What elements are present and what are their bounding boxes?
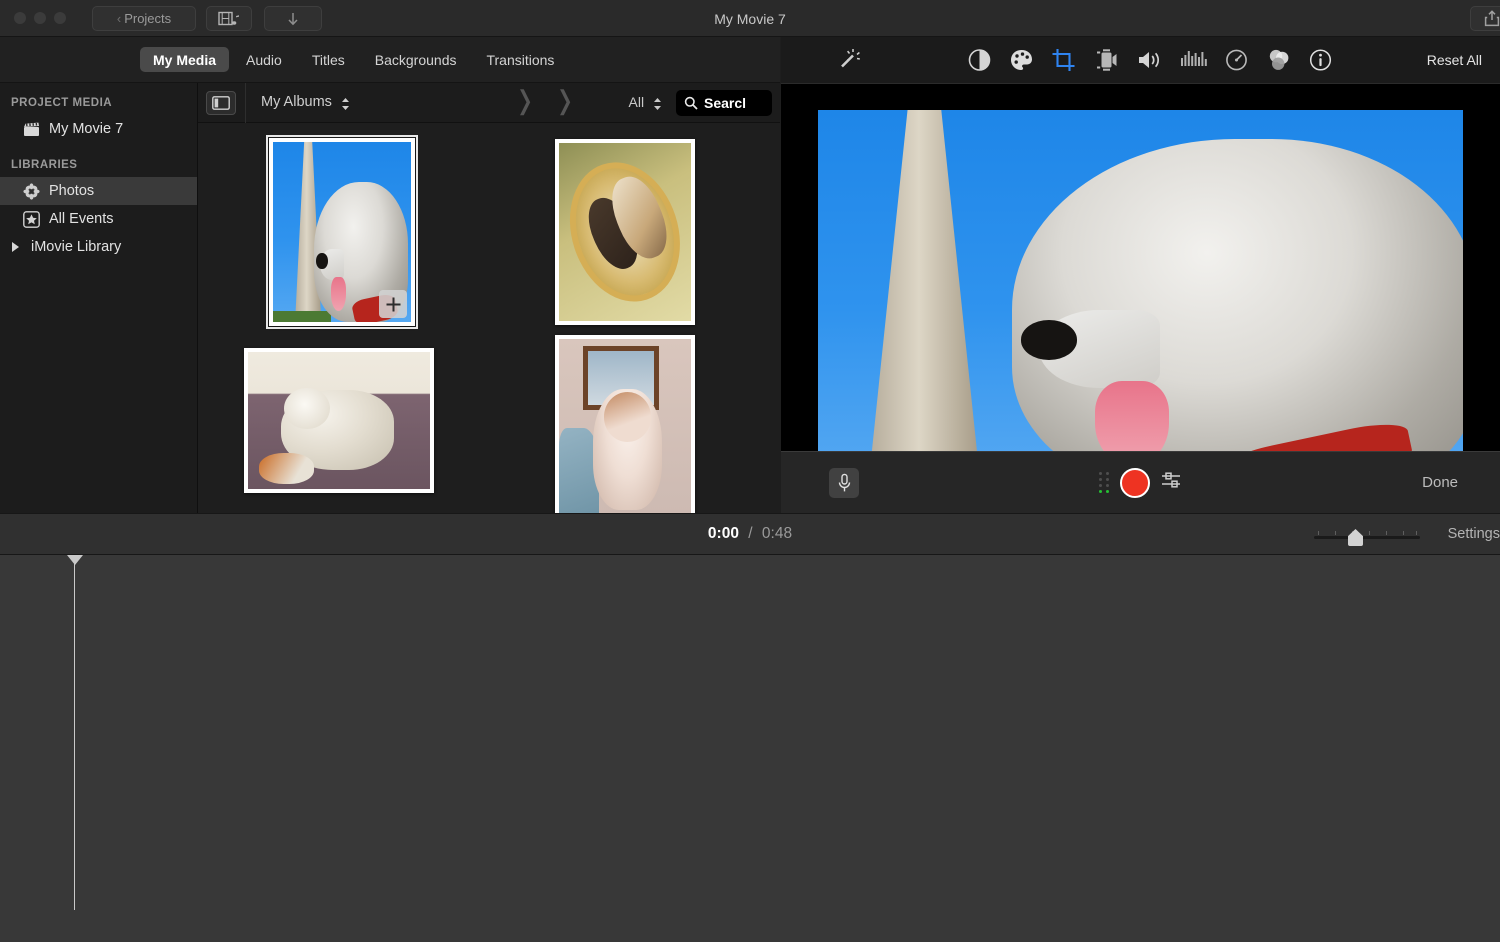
media-thumbnail-dog-carpet[interactable] — [244, 348, 434, 493]
page-title: My Movie 7 — [714, 10, 786, 27]
breadcrumb-arrow-1: ❭ — [514, 84, 536, 115]
color-balance-icon[interactable] — [967, 48, 992, 73]
albums-selector[interactable]: My Albums — [261, 94, 350, 111]
breadcrumb: My Albums ❭ ❭ — [245, 82, 629, 123]
sidebar-section-project-media: PROJECT MEDIA — [11, 97, 113, 109]
tab-my-media[interactable]: My Media — [140, 47, 230, 72]
sidebar-item-all-events[interactable]: All Events — [0, 205, 197, 233]
timeline-settings-button[interactable]: Settings — [1448, 526, 1500, 542]
voiceover-settings-icon[interactable] — [1161, 470, 1183, 495]
thumbnail-image — [559, 143, 691, 321]
timeline-zoom-slider[interactable] — [1314, 529, 1420, 546]
media-thumbnail-kittens-basket[interactable] — [555, 139, 695, 325]
microphone-icon — [838, 473, 850, 491]
media-filter-label: All — [628, 93, 645, 110]
plus-icon — [386, 297, 400, 311]
search-input[interactable]: Searcl — [676, 89, 772, 116]
media-browser-grid[interactable] — [198, 123, 780, 513]
auto-enhance-wand-icon[interactable] — [836, 48, 861, 73]
magnifier-icon — [684, 96, 698, 110]
timecode-display: 0:00 / 0:48 — [708, 525, 792, 543]
filters-icon[interactable] — [1266, 48, 1291, 73]
search-input-value: Searcl — [704, 94, 747, 111]
total-time: 0:48 — [761, 525, 793, 542]
playhead-handle[interactable] — [67, 555, 83, 565]
share-button[interactable] — [1470, 6, 1500, 31]
volume-icon[interactable] — [1136, 48, 1163, 73]
star-box-icon — [22, 210, 41, 229]
audio-level-meter — [1098, 472, 1109, 493]
sidebar-item-imovie-library[interactable]: iMovie Library — [0, 233, 197, 261]
media-thumbnail-dog-monument[interactable] — [266, 135, 418, 329]
zoom-slider-track[interactable] — [1314, 536, 1420, 539]
playhead[interactable] — [74, 555, 75, 910]
sidebar-item-label: My Movie 7 — [49, 121, 124, 137]
preview-image — [818, 110, 1463, 473]
sidebar-item-label: Photos — [49, 183, 95, 199]
info-icon[interactable] — [1308, 48, 1333, 73]
clapperboard-icon — [22, 120, 41, 139]
media-thumbnail-cat-window[interactable] — [555, 335, 695, 513]
timecode-separator: / — [748, 525, 753, 542]
voiceover-bar: Done — [781, 451, 1500, 513]
sidebar-item-label: All Events — [49, 211, 114, 227]
reset-all-button[interactable]: Reset All — [1427, 52, 1482, 68]
sidebar-item-photos[interactable]: Photos — [0, 177, 197, 205]
equalizer-icon[interactable] — [1180, 49, 1208, 71]
stabilization-icon[interactable] — [1094, 48, 1119, 73]
tab-titles[interactable]: Titles — [299, 47, 358, 72]
thumbnail-image — [248, 352, 430, 489]
record-button[interactable] — [1119, 467, 1150, 498]
breadcrumb-arrow-2: ❭ — [554, 84, 576, 115]
microphone-button[interactable] — [829, 467, 859, 498]
chevron-up-down-icon — [341, 97, 350, 111]
done-button[interactable]: Done — [1422, 474, 1458, 491]
sidebar-section-libraries: LIBRARIES — [11, 159, 78, 171]
share-export-icon — [1484, 10, 1500, 27]
tab-backgrounds[interactable]: Backgrounds — [362, 47, 470, 72]
preview-viewer: Reset All Done — [781, 37, 1500, 513]
thumbnail-image — [273, 142, 411, 322]
color-correction-icon[interactable] — [1009, 48, 1034, 73]
library-sidebar: PROJECT MEDIA My Movie 7 LIBRARIES Photo… — [0, 83, 198, 513]
tab-audio[interactable]: Audio — [233, 47, 295, 72]
disclosure-triangle-icon[interactable] — [6, 238, 25, 257]
thumbnail-image — [559, 339, 691, 513]
adjustments-toolbar: Reset All — [781, 37, 1500, 84]
current-time: 0:00 — [707, 525, 739, 542]
browser-control-bar: My Albums ❭ ❭ All Searcl — [198, 82, 780, 123]
window-title-bar: ‹ Projects My Movie 7 — [0, 0, 1500, 37]
chevron-up-down-icon — [653, 97, 662, 111]
crop-icon[interactable] — [1051, 48, 1076, 73]
sidebar-panel-icon — [212, 95, 230, 110]
sidebar-item-label: iMovie Library — [31, 239, 122, 255]
record-controls — [1098, 467, 1183, 498]
tab-transitions[interactable]: Transitions — [473, 47, 567, 72]
timeline[interactable] — [0, 555, 1500, 942]
photos-flower-icon — [22, 182, 41, 201]
media-filter-selector[interactable]: All — [629, 94, 662, 112]
media-tab-bar: My Media Audio Titles Backgrounds Transi… — [0, 37, 780, 83]
video-preview-area[interactable] — [781, 84, 1500, 499]
sidebar-item-my-movie-7[interactable]: My Movie 7 — [0, 115, 197, 143]
add-to-project-button[interactable] — [379, 290, 407, 318]
zoom-slider-ticks — [1314, 529, 1420, 536]
albums-selector-label: My Albums — [261, 94, 332, 111]
sidebar-toggle-button[interactable] — [206, 90, 236, 115]
speed-gauge-icon[interactable] — [1224, 48, 1249, 73]
timeline-toolbar: 0:00 / 0:48 Settings — [0, 513, 1500, 555]
